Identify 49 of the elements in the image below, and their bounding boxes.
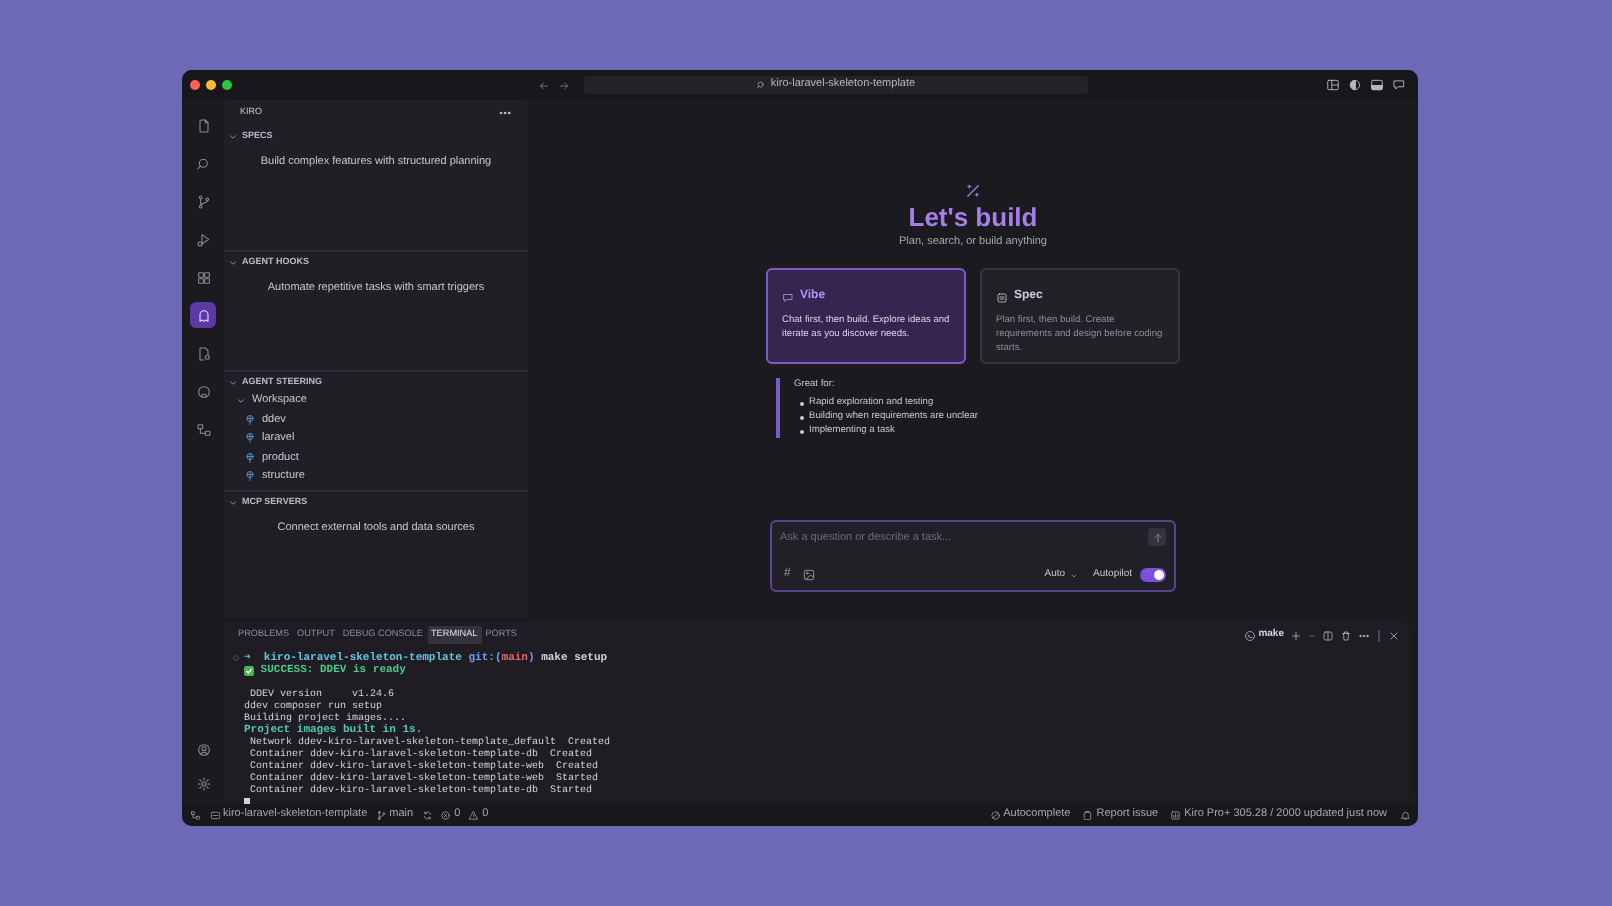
minimize-window-button[interactable] bbox=[206, 80, 216, 90]
document-gear-icon bbox=[195, 345, 211, 361]
terminal-icon bbox=[1244, 629, 1257, 641]
error-icon bbox=[440, 809, 452, 821]
branch-icon bbox=[195, 193, 211, 209]
layout-panel-icon[interactable] bbox=[1370, 78, 1384, 92]
split-icon[interactable] bbox=[1322, 629, 1334, 641]
zoom-window-button[interactable] bbox=[222, 80, 232, 90]
arrow-up-icon bbox=[1151, 531, 1163, 544]
more-icon[interactable] bbox=[498, 106, 512, 120]
contrast-icon[interactable] bbox=[1348, 78, 1362, 92]
branch-icon bbox=[375, 809, 387, 821]
search-icon bbox=[195, 155, 211, 171]
bell-icon[interactable] bbox=[1399, 809, 1410, 821]
trash-icon[interactable] bbox=[1340, 629, 1352, 641]
layout-sidebar-icon[interactable] bbox=[1326, 78, 1340, 92]
settings-icon[interactable] bbox=[195, 776, 211, 792]
ghost-icon bbox=[195, 307, 211, 323]
sync-icon[interactable] bbox=[421, 809, 433, 821]
extensions-icon bbox=[195, 269, 211, 285]
back-arrow-icon[interactable] bbox=[538, 79, 550, 91]
more-icon[interactable] bbox=[1358, 629, 1370, 641]
list-square-icon bbox=[996, 291, 1008, 304]
files-icon bbox=[195, 117, 211, 133]
send-button[interactable] bbox=[1148, 528, 1166, 547]
chart-icon bbox=[1170, 809, 1182, 821]
activity-ghost-button[interactable] bbox=[190, 302, 216, 328]
search-icon bbox=[756, 80, 767, 90]
magic-wand-icon bbox=[964, 182, 982, 200]
run-icon bbox=[195, 231, 211, 247]
heading: Let's build bbox=[908, 204, 1038, 232]
chevron-down-icon bbox=[228, 131, 238, 141]
autopilot-toggle[interactable] bbox=[1140, 568, 1166, 583]
nodes-icon[interactable] bbox=[190, 809, 201, 821]
speech-bubble-icon bbox=[782, 291, 794, 304]
chevron-down-icon bbox=[228, 497, 238, 507]
folder-icon bbox=[209, 809, 220, 821]
chevron-down-icon bbox=[228, 257, 238, 267]
close-window-button[interactable] bbox=[190, 80, 200, 90]
nodes-icon bbox=[195, 421, 211, 437]
image-icon[interactable] bbox=[802, 568, 817, 583]
check-icon bbox=[244, 665, 254, 675]
plus-icon[interactable] bbox=[1290, 629, 1302, 641]
account-icon[interactable] bbox=[195, 742, 211, 758]
warning-icon bbox=[468, 809, 480, 821]
clipboard-icon bbox=[1082, 809, 1094, 821]
close-icon[interactable] bbox=[1388, 629, 1400, 641]
chat-icon[interactable] bbox=[1392, 78, 1406, 92]
slashed-circle-icon bbox=[989, 809, 1001, 821]
